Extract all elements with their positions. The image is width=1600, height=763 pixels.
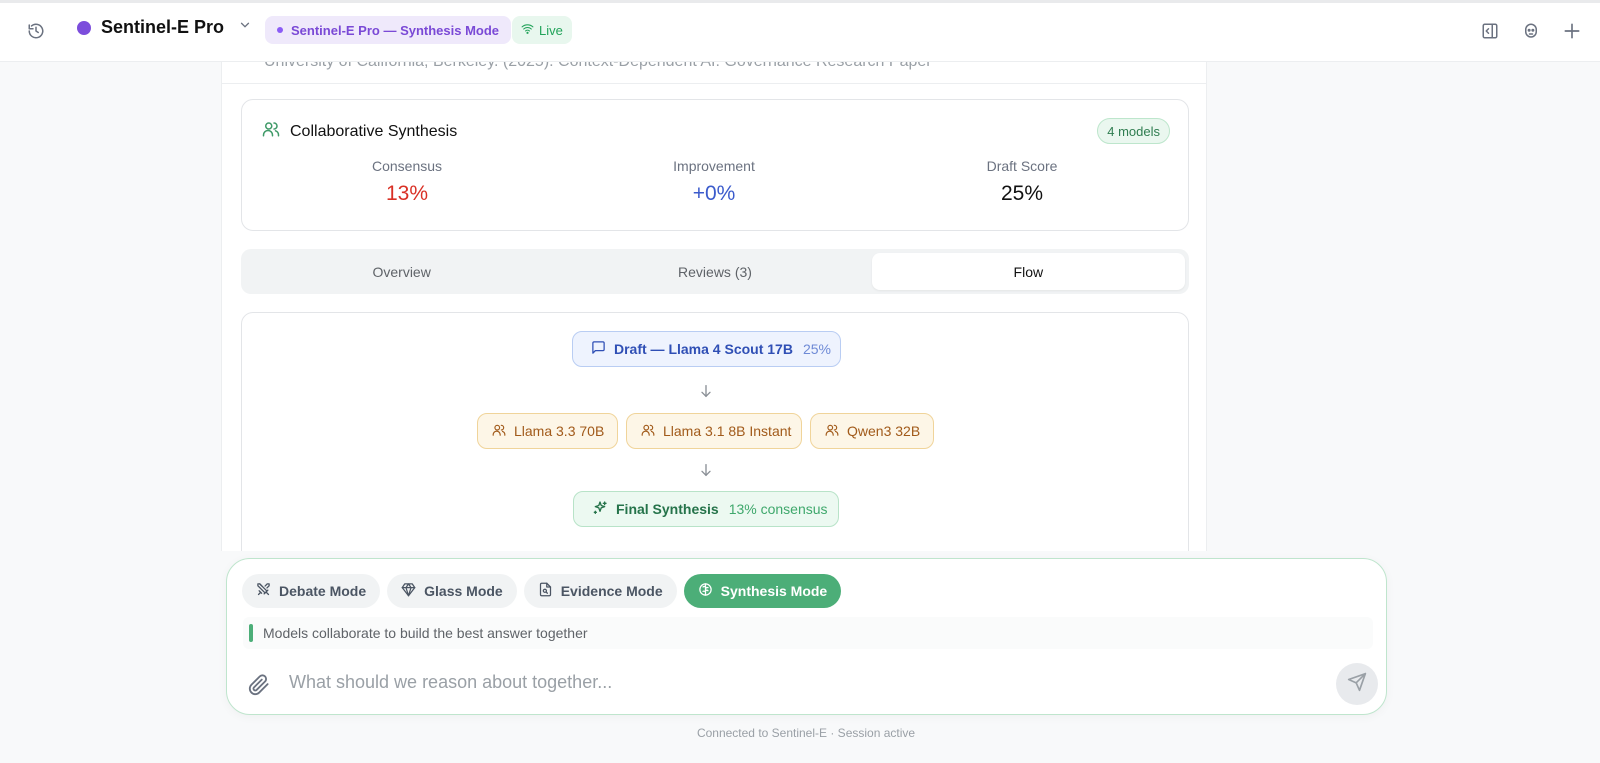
arrow-down-icon — [698, 462, 714, 478]
prompt-input[interactable] — [289, 667, 1289, 697]
ghost-icon[interactable] — [1513, 13, 1549, 49]
glass-mode-button[interactable]: Glass Mode — [387, 574, 517, 608]
result-tabs: Overview Reviews (3) Flow — [241, 249, 1189, 294]
draft-node: Draft — Llama 4 Scout 17B 25% — [572, 331, 841, 367]
users-icon — [641, 423, 655, 440]
evidence-mode-button[interactable]: Evidence Mode — [523, 574, 677, 608]
live-badge: Live — [512, 16, 572, 44]
top-bar: Sentinel-E Pro Sentinel-E Pro — Synthesi… — [0, 0, 1600, 62]
paperclip-icon[interactable] — [241, 667, 277, 703]
send-button[interactable] — [1336, 663, 1378, 705]
mode-label: Synthesis Mode — [720, 583, 828, 599]
hint-accent-bar — [249, 624, 253, 642]
metric-value: 13% — [385, 182, 429, 205]
reviewer-node: Qwen3 32B — [810, 413, 934, 449]
reviewer-label: Llama 3.3 70B — [514, 423, 605, 439]
mode-label: Glass Mode — [424, 583, 503, 599]
mode-selector: Debate Mode Glass Mode Evidence Mode Syn… — [242, 574, 842, 608]
sparkles-icon — [592, 500, 608, 519]
message-icon — [591, 340, 606, 358]
metric-draft-score: Draft Score 25% — [922, 158, 1122, 206]
live-label: Live — [539, 22, 563, 38]
tab-flow[interactable]: Flow — [871, 253, 1185, 290]
metric-label: Improvement — [673, 158, 755, 174]
flow-diagram: Draft — Llama 4 Scout 17B 25% Llama 3.3 … — [241, 312, 1189, 551]
draft-score: 25% — [802, 341, 831, 357]
draft-label: Draft — Llama 4 Scout 17B — [614, 341, 793, 357]
reviewer-label: Qwen3 32B — [847, 423, 921, 439]
reviewer-node: Llama 3.3 70B — [477, 413, 618, 449]
composer: Debate Mode Glass Mode Evidence Mode Syn… — [226, 558, 1387, 715]
metric-label: Draft Score — [986, 158, 1058, 174]
synthesis-title: Collaborative Synthesis — [290, 122, 458, 140]
synthesis-mode-button[interactable]: Synthesis Mode — [683, 574, 842, 608]
metric-label: Consensus — [371, 158, 443, 174]
final-label: Final Synthesis — [616, 501, 719, 517]
tab-overview[interactable]: Overview — [245, 253, 558, 290]
swords-icon — [256, 582, 271, 600]
mode-dot — [277, 27, 283, 33]
chevron-down-icon — [238, 18, 252, 37]
message-panel: University of California, Berkeley. (202… — [221, 62, 1207, 551]
tab-reviews[interactable]: Reviews (3) — [558, 253, 871, 290]
metric-improvement: Improvement +0% — [614, 158, 814, 206]
reference-text: University of California, Berkeley. (202… — [222, 62, 1206, 84]
sidebar-toggle-icon[interactable] — [1472, 13, 1508, 49]
synthesis-summary-card: Collaborative Synthesis 4 models Consens… — [241, 99, 1189, 231]
metric-value: 25% — [1000, 182, 1044, 205]
gem-icon — [401, 582, 416, 600]
synthesis-header: Collaborative Synthesis — [262, 120, 457, 143]
debate-mode-button[interactable]: Debate Mode — [242, 574, 381, 608]
app-name: Sentinel-E Pro — [101, 17, 225, 37]
metric-value: +0% — [692, 182, 736, 205]
mode-label: Evidence Mode — [560, 583, 663, 599]
arrow-down-icon — [698, 383, 714, 399]
final-synthesis-node: Final Synthesis 13% consensus — [573, 491, 839, 527]
final-score: 13% consensus — [728, 501, 828, 517]
mode-hint: Models collaborate to build the best ans… — [243, 617, 1373, 649]
hint-text: Models collaborate to build the best ans… — [263, 625, 588, 641]
mode-label: Debate Mode — [279, 583, 367, 599]
connection-status: Connected to Sentinel-E · Session active — [696, 726, 916, 740]
models-count-badge: 4 models — [1097, 118, 1170, 144]
file-search-icon — [538, 582, 553, 600]
new-chat-plus-icon[interactable] — [1554, 13, 1590, 49]
send-icon — [1347, 672, 1367, 697]
metric-consensus: Consensus 13% — [307, 158, 507, 206]
wifi-icon — [521, 22, 534, 38]
header-actions — [1472, 13, 1590, 49]
reviewer-node: Llama 3.1 8B Instant — [626, 413, 802, 449]
brand-dot — [77, 20, 91, 35]
mode-badge: Sentinel-E Pro — Synthesis Mode — [265, 16, 512, 44]
reviewer-label: Llama 3.1 8B Instant — [663, 423, 792, 439]
users-icon — [825, 423, 839, 440]
model-selector[interactable]: Sentinel-E Pro — [77, 17, 252, 38]
users-icon — [492, 423, 506, 440]
history-icon[interactable] — [18, 13, 54, 49]
mode-badge-label: Sentinel-E Pro — Synthesis Mode — [291, 22, 500, 38]
brain-icon — [698, 582, 713, 600]
users-icon — [262, 120, 280, 143]
